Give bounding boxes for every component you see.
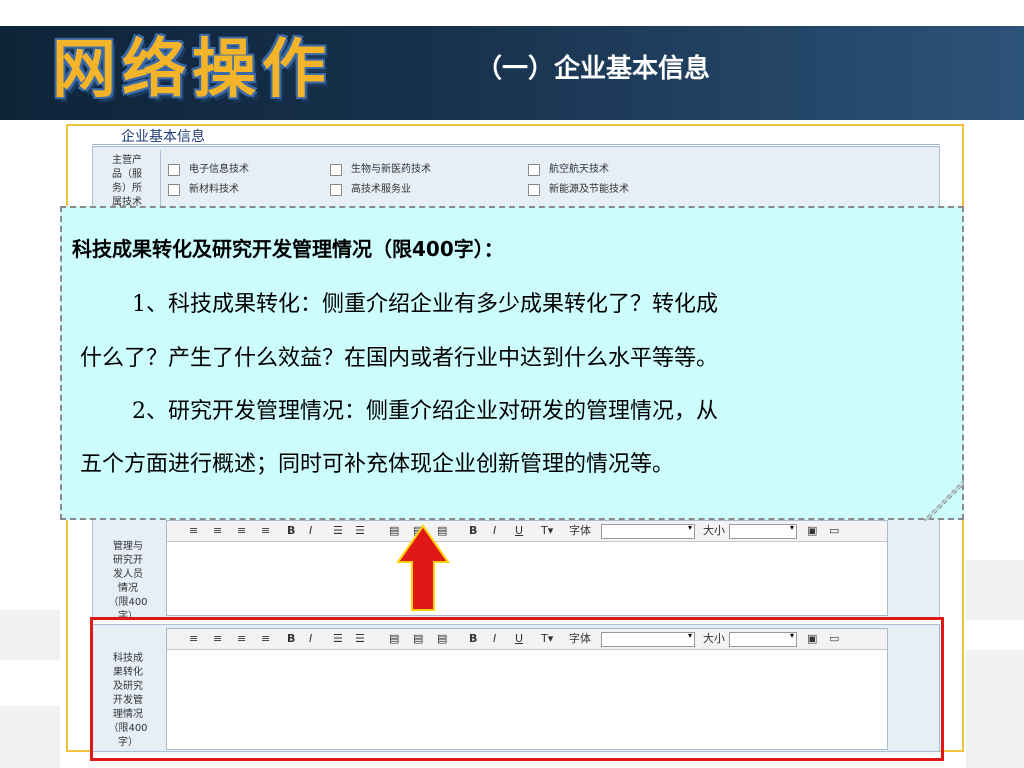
checkbox[interactable] bbox=[528, 184, 540, 196]
underline-button[interactable]: U bbox=[515, 524, 523, 538]
callout-line: 1、科技成果转化：侧重介绍企业有多少成果转化了？转化成 bbox=[132, 292, 718, 317]
justify-icon[interactable]: ≡ bbox=[261, 524, 270, 538]
background-tile bbox=[0, 610, 60, 660]
ordered-list-icon[interactable]: ☰ bbox=[333, 524, 343, 538]
italic-button[interactable]: I bbox=[493, 524, 496, 538]
checkbox[interactable] bbox=[168, 184, 180, 196]
background-tile bbox=[0, 706, 60, 768]
callout-line: 2、研究开发管理情况：侧重介绍企业对研发的管理情况，从 bbox=[132, 399, 718, 424]
label-divider bbox=[160, 150, 161, 206]
unordered-list-icon[interactable]: ☰ bbox=[355, 524, 365, 538]
callout-line: 什么了？产生了什么效益？在国内或者行业中达到什么水平等等。 bbox=[80, 346, 719, 371]
italic-button[interactable]: I bbox=[309, 524, 312, 538]
image-icon[interactable]: ▣ bbox=[807, 524, 817, 538]
form-heading: 企业基本信息 bbox=[121, 129, 205, 145]
main-products-section bbox=[92, 146, 940, 208]
main-products-label: 主营产 品（服 务）所 属技术 bbox=[112, 155, 142, 208]
page-title: （一）企业基本信息 bbox=[476, 54, 711, 84]
editor-toolbar: ≡ ≡ ≡ ≡ B I ☰ ☰ ▤ ▤ ▤ B I U T▾ 字体 ▾ 大小 ▾… bbox=[167, 521, 887, 542]
size-select[interactable]: ▾ bbox=[729, 523, 797, 539]
checkbox-label: 电子信息技术 bbox=[189, 164, 249, 175]
management-label: 管理与 研究开 发人员 情况 （限400 字） bbox=[108, 541, 148, 622]
highlight-box bbox=[90, 617, 944, 761]
bold-button[interactable]: B bbox=[287, 524, 295, 538]
background-tile bbox=[966, 560, 1024, 620]
checkbox-label: 新材料技术 bbox=[189, 184, 239, 195]
align-center-icon[interactable]: ≡ bbox=[213, 524, 222, 538]
checkbox-label: 航空航天技术 bbox=[549, 164, 609, 175]
checkbox-label: 生物与新医药技术 bbox=[351, 164, 431, 175]
callout-corner-icon bbox=[924, 480, 964, 521]
font-label: 字体 bbox=[569, 524, 591, 537]
checkbox[interactable] bbox=[330, 184, 342, 196]
checkbox-label: 高技术服务业 bbox=[351, 184, 411, 195]
size-label: 大小 bbox=[703, 524, 725, 537]
management-editor[interactable]: ≡ ≡ ≡ ≡ B I ☰ ☰ ▤ ▤ ▤ B I U T▾ 字体 ▾ 大小 ▾… bbox=[166, 520, 888, 616]
checkbox[interactable] bbox=[330, 164, 342, 176]
align-left-icon[interactable]: ≡ bbox=[189, 524, 198, 538]
logo: 网络操作 bbox=[52, 33, 332, 107]
callout-line: 五个方面进行概述；同时可补充体现企业创新管理的情况等。 bbox=[80, 452, 675, 477]
checkbox[interactable] bbox=[528, 164, 540, 176]
align-right-icon[interactable]: ≡ bbox=[237, 524, 246, 538]
checkbox-label: 新能源及节能技术 bbox=[549, 184, 629, 195]
background-tile bbox=[966, 650, 1024, 768]
text-color-icon[interactable]: T▾ bbox=[541, 524, 553, 538]
callout-heading: 科技成果转化及研究开发管理情况（限400字）： bbox=[72, 237, 504, 261]
checkbox[interactable] bbox=[168, 164, 180, 176]
table-icon[interactable]: ▭ bbox=[829, 524, 839, 538]
bold-button[interactable]: B bbox=[469, 524, 477, 538]
form-heading-divider bbox=[92, 144, 940, 145]
up-arrow-icon bbox=[396, 524, 450, 611]
font-select[interactable]: ▾ bbox=[601, 523, 695, 539]
